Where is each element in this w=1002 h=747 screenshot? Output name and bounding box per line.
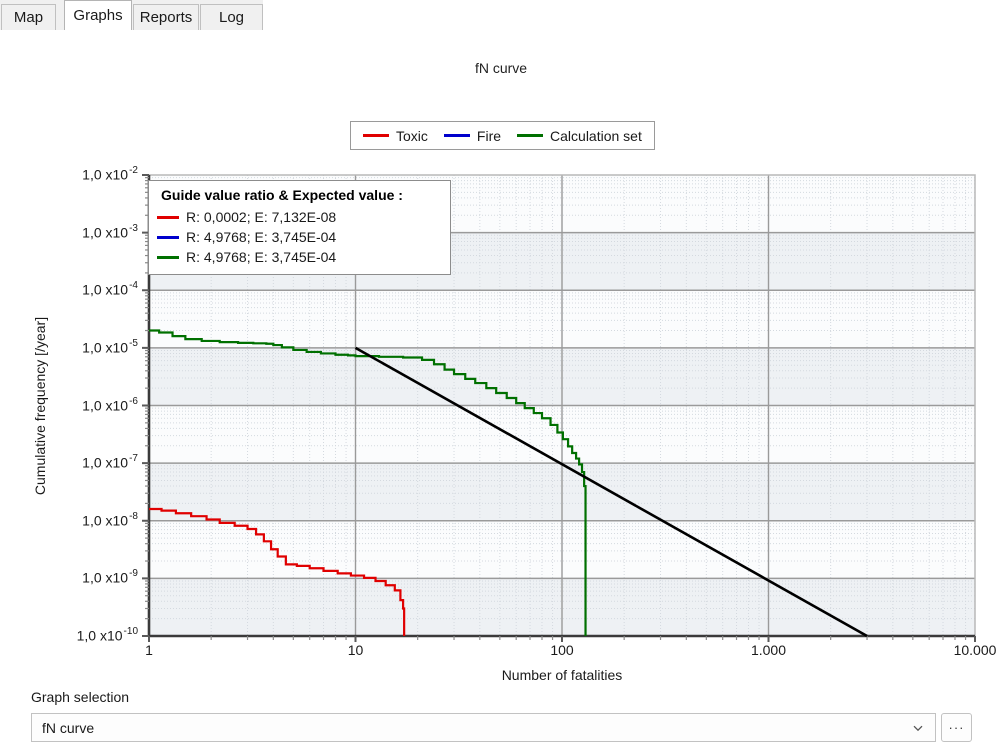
y-tick-label: 1,0 x10-9: [0, 568, 138, 587]
infobox-row: R: 4,9768; E: 3,745E-04: [157, 247, 442, 267]
y-tick-mantissa: 1,0 x10: [82, 397, 129, 414]
infobox-title: Guide value ratio & Expected value :: [161, 187, 403, 203]
y-tick-label: 1,0 x10-2: [0, 165, 138, 183]
x-tick-label: 1: [145, 642, 153, 658]
y-tick-mantissa: 1,0 x10: [82, 224, 129, 241]
plot-svg: [142, 174, 976, 642]
graph-selection-more-button[interactable]: ···: [941, 713, 972, 742]
bottom-panel: Graph selection fN curve ···: [0, 680, 1002, 747]
dots-button-label: ···: [948, 720, 965, 735]
x-tick-label: 10: [347, 642, 364, 658]
y-tick-mantissa: 1,0 x10: [82, 281, 129, 298]
y-tick-mantissa: 1,0 x10: [82, 339, 129, 356]
y-tick-label: 1,0 x10-5: [0, 337, 138, 356]
y-tick-exponent: -3: [129, 222, 138, 234]
x-tick-label: 1.000: [750, 642, 787, 658]
x-tick-label: 100: [550, 642, 574, 658]
infobox-row-text: R: 0,0002; E: 7,132E-08: [186, 209, 337, 225]
infobox-row-text: R: 4,9768; E: 3,745E-04: [186, 249, 337, 265]
tab-graphs-label: Graphs: [73, 7, 123, 24]
tab-bar: Map Graphs Reports Log: [0, 0, 1002, 31]
infobox-row: R: 0,0002; E: 7,132E-08: [157, 207, 442, 227]
tab-graphs[interactable]: Graphs: [64, 0, 132, 30]
y-tick-exponent: -6: [129, 395, 138, 407]
y-tick-exponent: -5: [129, 337, 138, 349]
graph-selection-dropdown[interactable]: fN curve: [31, 713, 936, 742]
infobox-color-swatch-icon: [157, 215, 179, 219]
y-tick-exponent: -2: [129, 165, 138, 176]
graph-selection-value: fN curve: [42, 719, 95, 736]
graph-selection-label: Graph selection: [31, 689, 130, 705]
tab-bar-filler: [263, 0, 1002, 31]
infobox-row: R: 4,9768; E: 3,745E-04: [157, 227, 442, 247]
y-tick-mantissa: 1,0 x10: [82, 512, 129, 529]
tab-map-label: Map: [13, 9, 44, 26]
y-tick-exponent: -4: [129, 280, 138, 292]
x-tick-label: 10.000: [953, 642, 997, 658]
y-tick-exponent: -10: [123, 626, 138, 637]
tab-reports[interactable]: Reports: [133, 4, 199, 30]
y-tick-mantissa: 1,0 x10: [82, 166, 129, 183]
y-tick-label: 1,0 x10-8: [0, 510, 138, 529]
y-tick-exponent: -9: [129, 568, 138, 580]
y-tick-mantissa: 1,0 x10: [82, 454, 129, 471]
tab-log-label: Log: [218, 9, 245, 26]
infobox-color-swatch-icon: [157, 235, 179, 239]
tab-log[interactable]: Log: [200, 4, 263, 30]
guide-value-infobox: Guide value ratio & Expected value : R: …: [148, 180, 451, 275]
plot-area: 1,0 x10-2 1,0 x10-3 1,0 x10-4 1,0 x10-5 1,0 …: [0, 30, 1002, 680]
y-tick-label: 1,0 x10-7: [0, 453, 138, 471]
fn-curve-window: Map Graphs Reports Log fN curve Toxic Fir…: [0, 0, 1002, 747]
infobox-rows: R: 0,0002; E: 7,132E-08 R: 4,9768; E: 3,7…: [157, 207, 442, 267]
tab-map[interactable]: Map: [1, 4, 56, 30]
y-tick-label: 1,0 x10-4: [0, 280, 138, 298]
tab-reports-label: Reports: [139, 9, 193, 26]
graph-canvas: fN curve Toxic Fire Calculation set Cumula…: [0, 30, 1002, 697]
y-tick-exponent: -8: [129, 510, 138, 522]
chevron-down-icon: [913, 725, 923, 731]
infobox-row-text: R: 4,9768; E: 3,745E-04: [186, 229, 337, 245]
infobox-color-swatch-icon: [157, 255, 179, 259]
y-tick-exponent: -7: [129, 453, 138, 465]
y-tick-mantissa: 1,0 x10: [82, 570, 129, 587]
y-tick-label: 1,0 x10-6: [0, 395, 138, 414]
y-tick-label: 1,0 x10-3: [0, 222, 138, 241]
